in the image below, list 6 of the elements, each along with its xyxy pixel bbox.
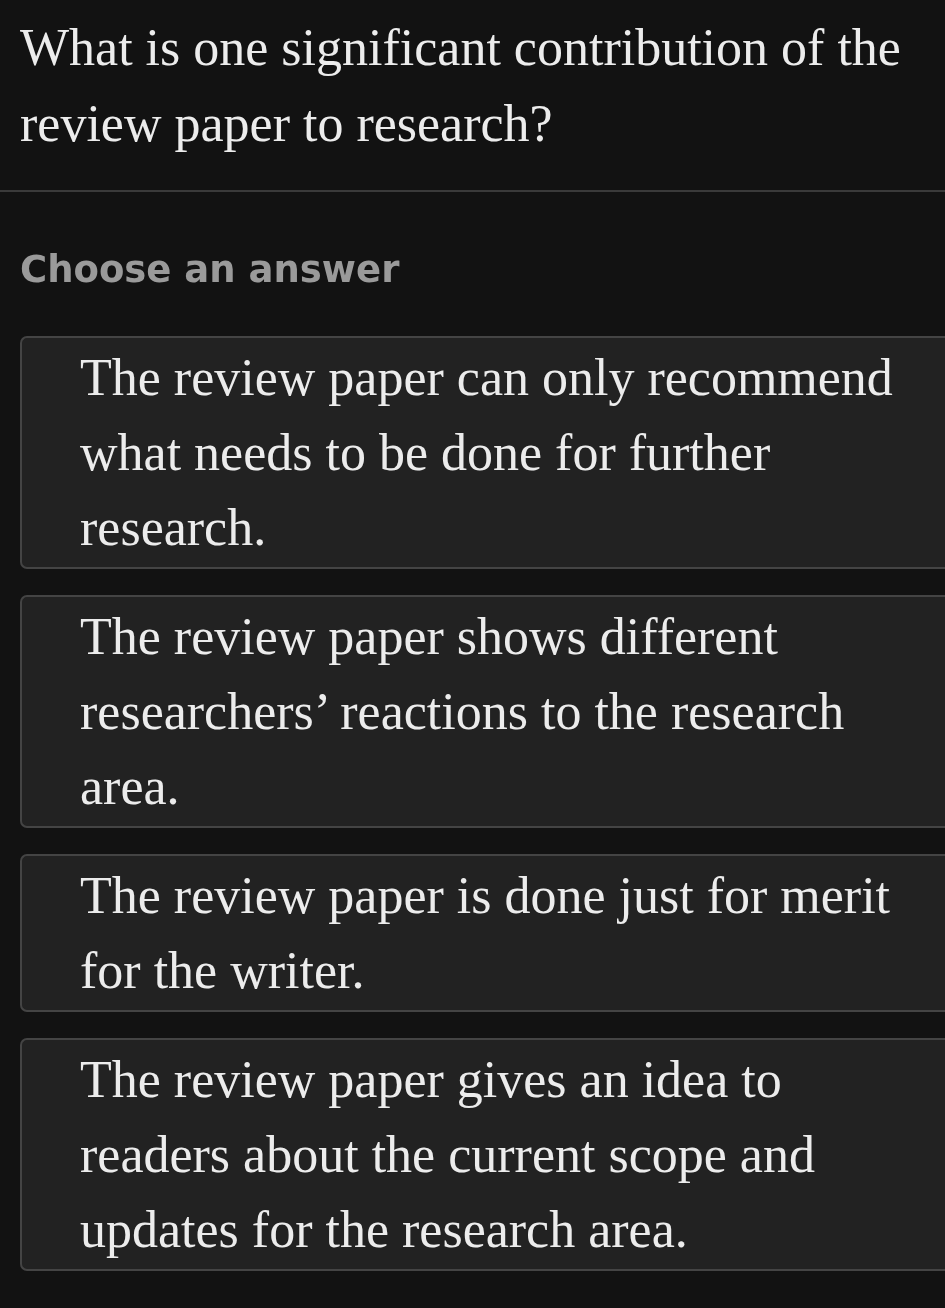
answer-option[interactable]: The review paper gives an idea to readers about the current scope and updates for the research area. — [20, 1037, 945, 1271]
question-text: What is one significant contribution of the review paper to research? — [19, 18, 902, 154]
answer-option[interactable]: The review paper can only recommend what needs to be done for further research. — [20, 335, 945, 569]
answer-option[interactable]: The review paper shows different researchers’ reactions to the research area. — [20, 594, 945, 828]
answer-option[interactable]: The review paper is done just for merit for the writer. — [20, 853, 945, 1012]
answer-prompt: Choose an answer — [19, 247, 401, 293]
